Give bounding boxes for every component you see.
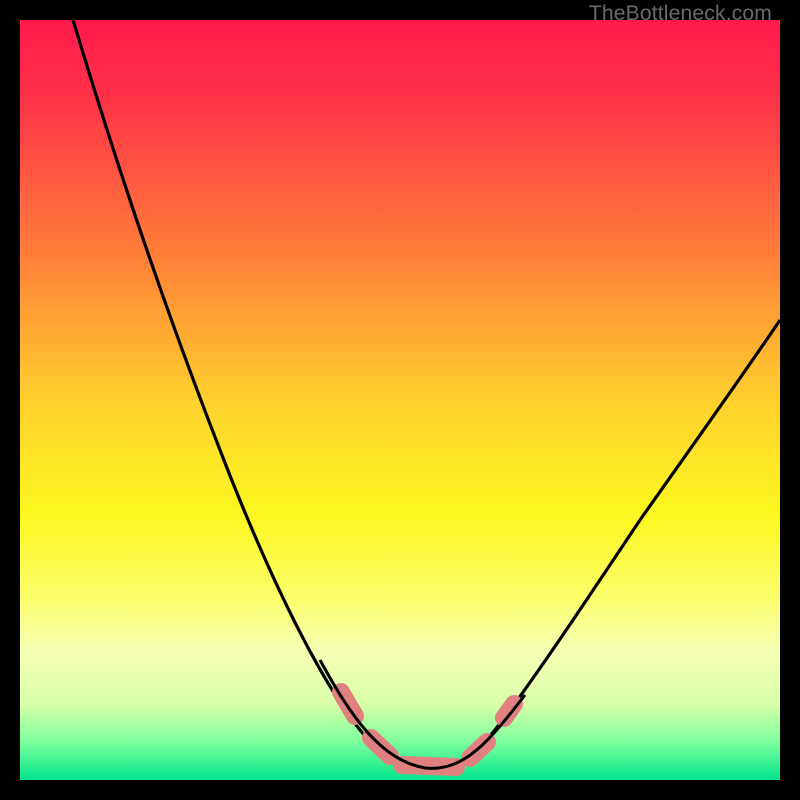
chart-frame: TheBottleneck.com xyxy=(0,0,800,800)
gradient-background xyxy=(20,20,780,780)
chart-svg xyxy=(20,20,780,780)
watermark-text: TheBottleneck.com xyxy=(589,2,772,26)
plot-area xyxy=(20,20,780,780)
